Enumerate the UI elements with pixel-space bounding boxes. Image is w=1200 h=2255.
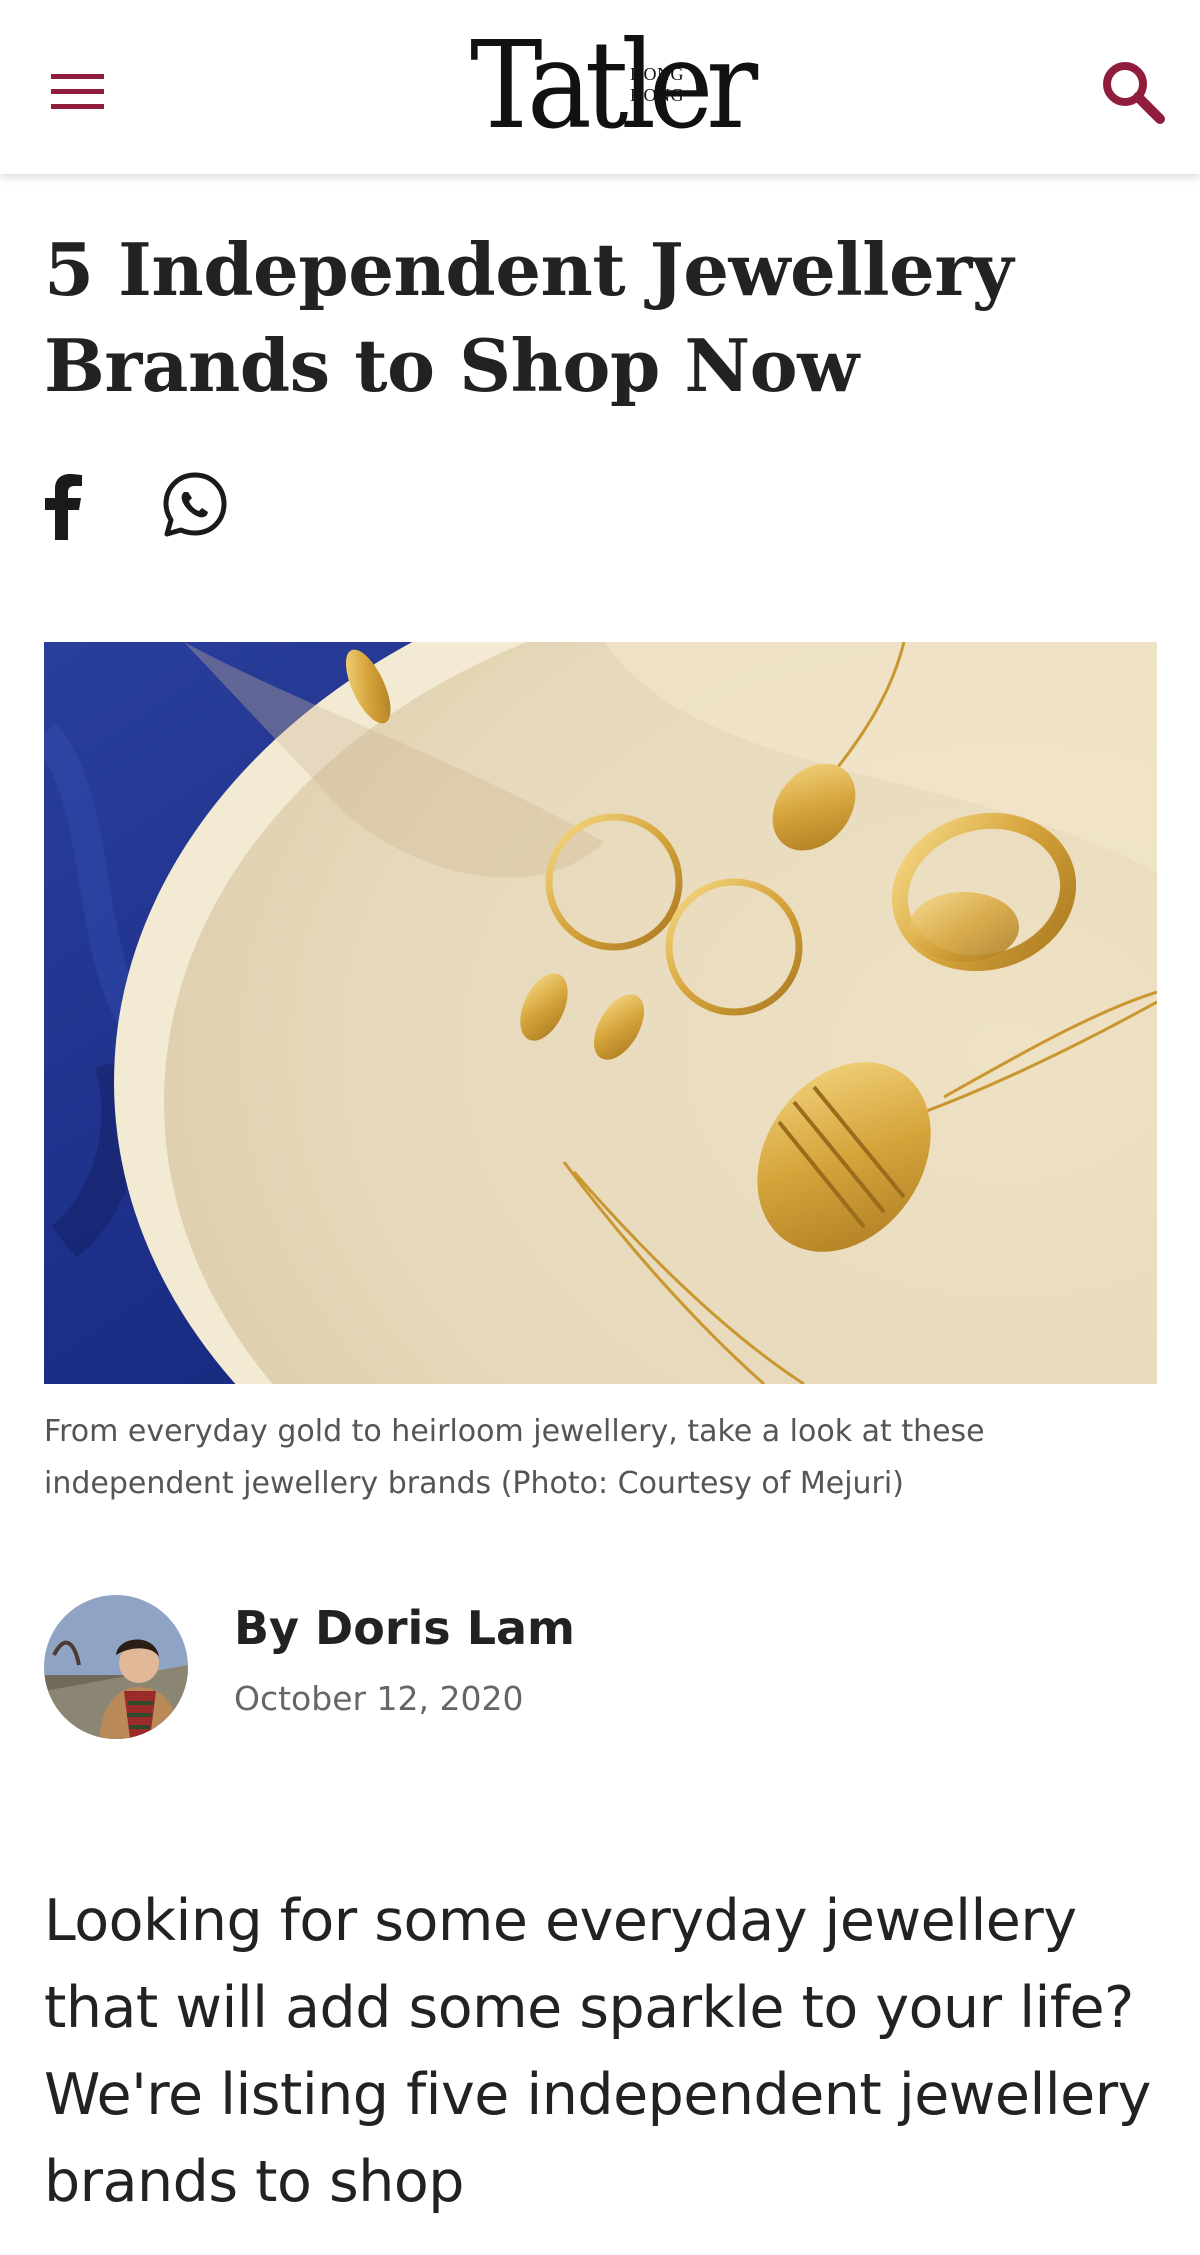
search-icon[interactable] [1096, 55, 1170, 129]
author-avatar[interactable] [44, 1595, 188, 1739]
site-logo[interactable]: Tatler HONG KONG [470, 8, 758, 163]
article-intro: Looking for some everyday jewellery that… [44, 1888, 1151, 2215]
facebook-icon[interactable] [40, 474, 86, 540]
site-header: Tatler HONG KONG [0, 0, 1200, 174]
menu-bar [51, 104, 104, 109]
whatsapp-icon[interactable] [160, 470, 230, 540]
menu-icon[interactable] [40, 60, 120, 130]
menu-bar [51, 89, 104, 94]
logo-region: HONG KONG [630, 64, 684, 105]
article-title: 5 Independent Jewellery Brands to Shop N… [44, 227, 1014, 408]
publish-date: October 12, 2020 [234, 1679, 524, 1718]
author-byline[interactable]: By Doris Lam [234, 1596, 575, 1660]
menu-bar [51, 74, 104, 79]
article-hero-image [44, 642, 1157, 1384]
image-caption: From everyday gold to heirloom jewellery… [44, 1414, 985, 1501]
